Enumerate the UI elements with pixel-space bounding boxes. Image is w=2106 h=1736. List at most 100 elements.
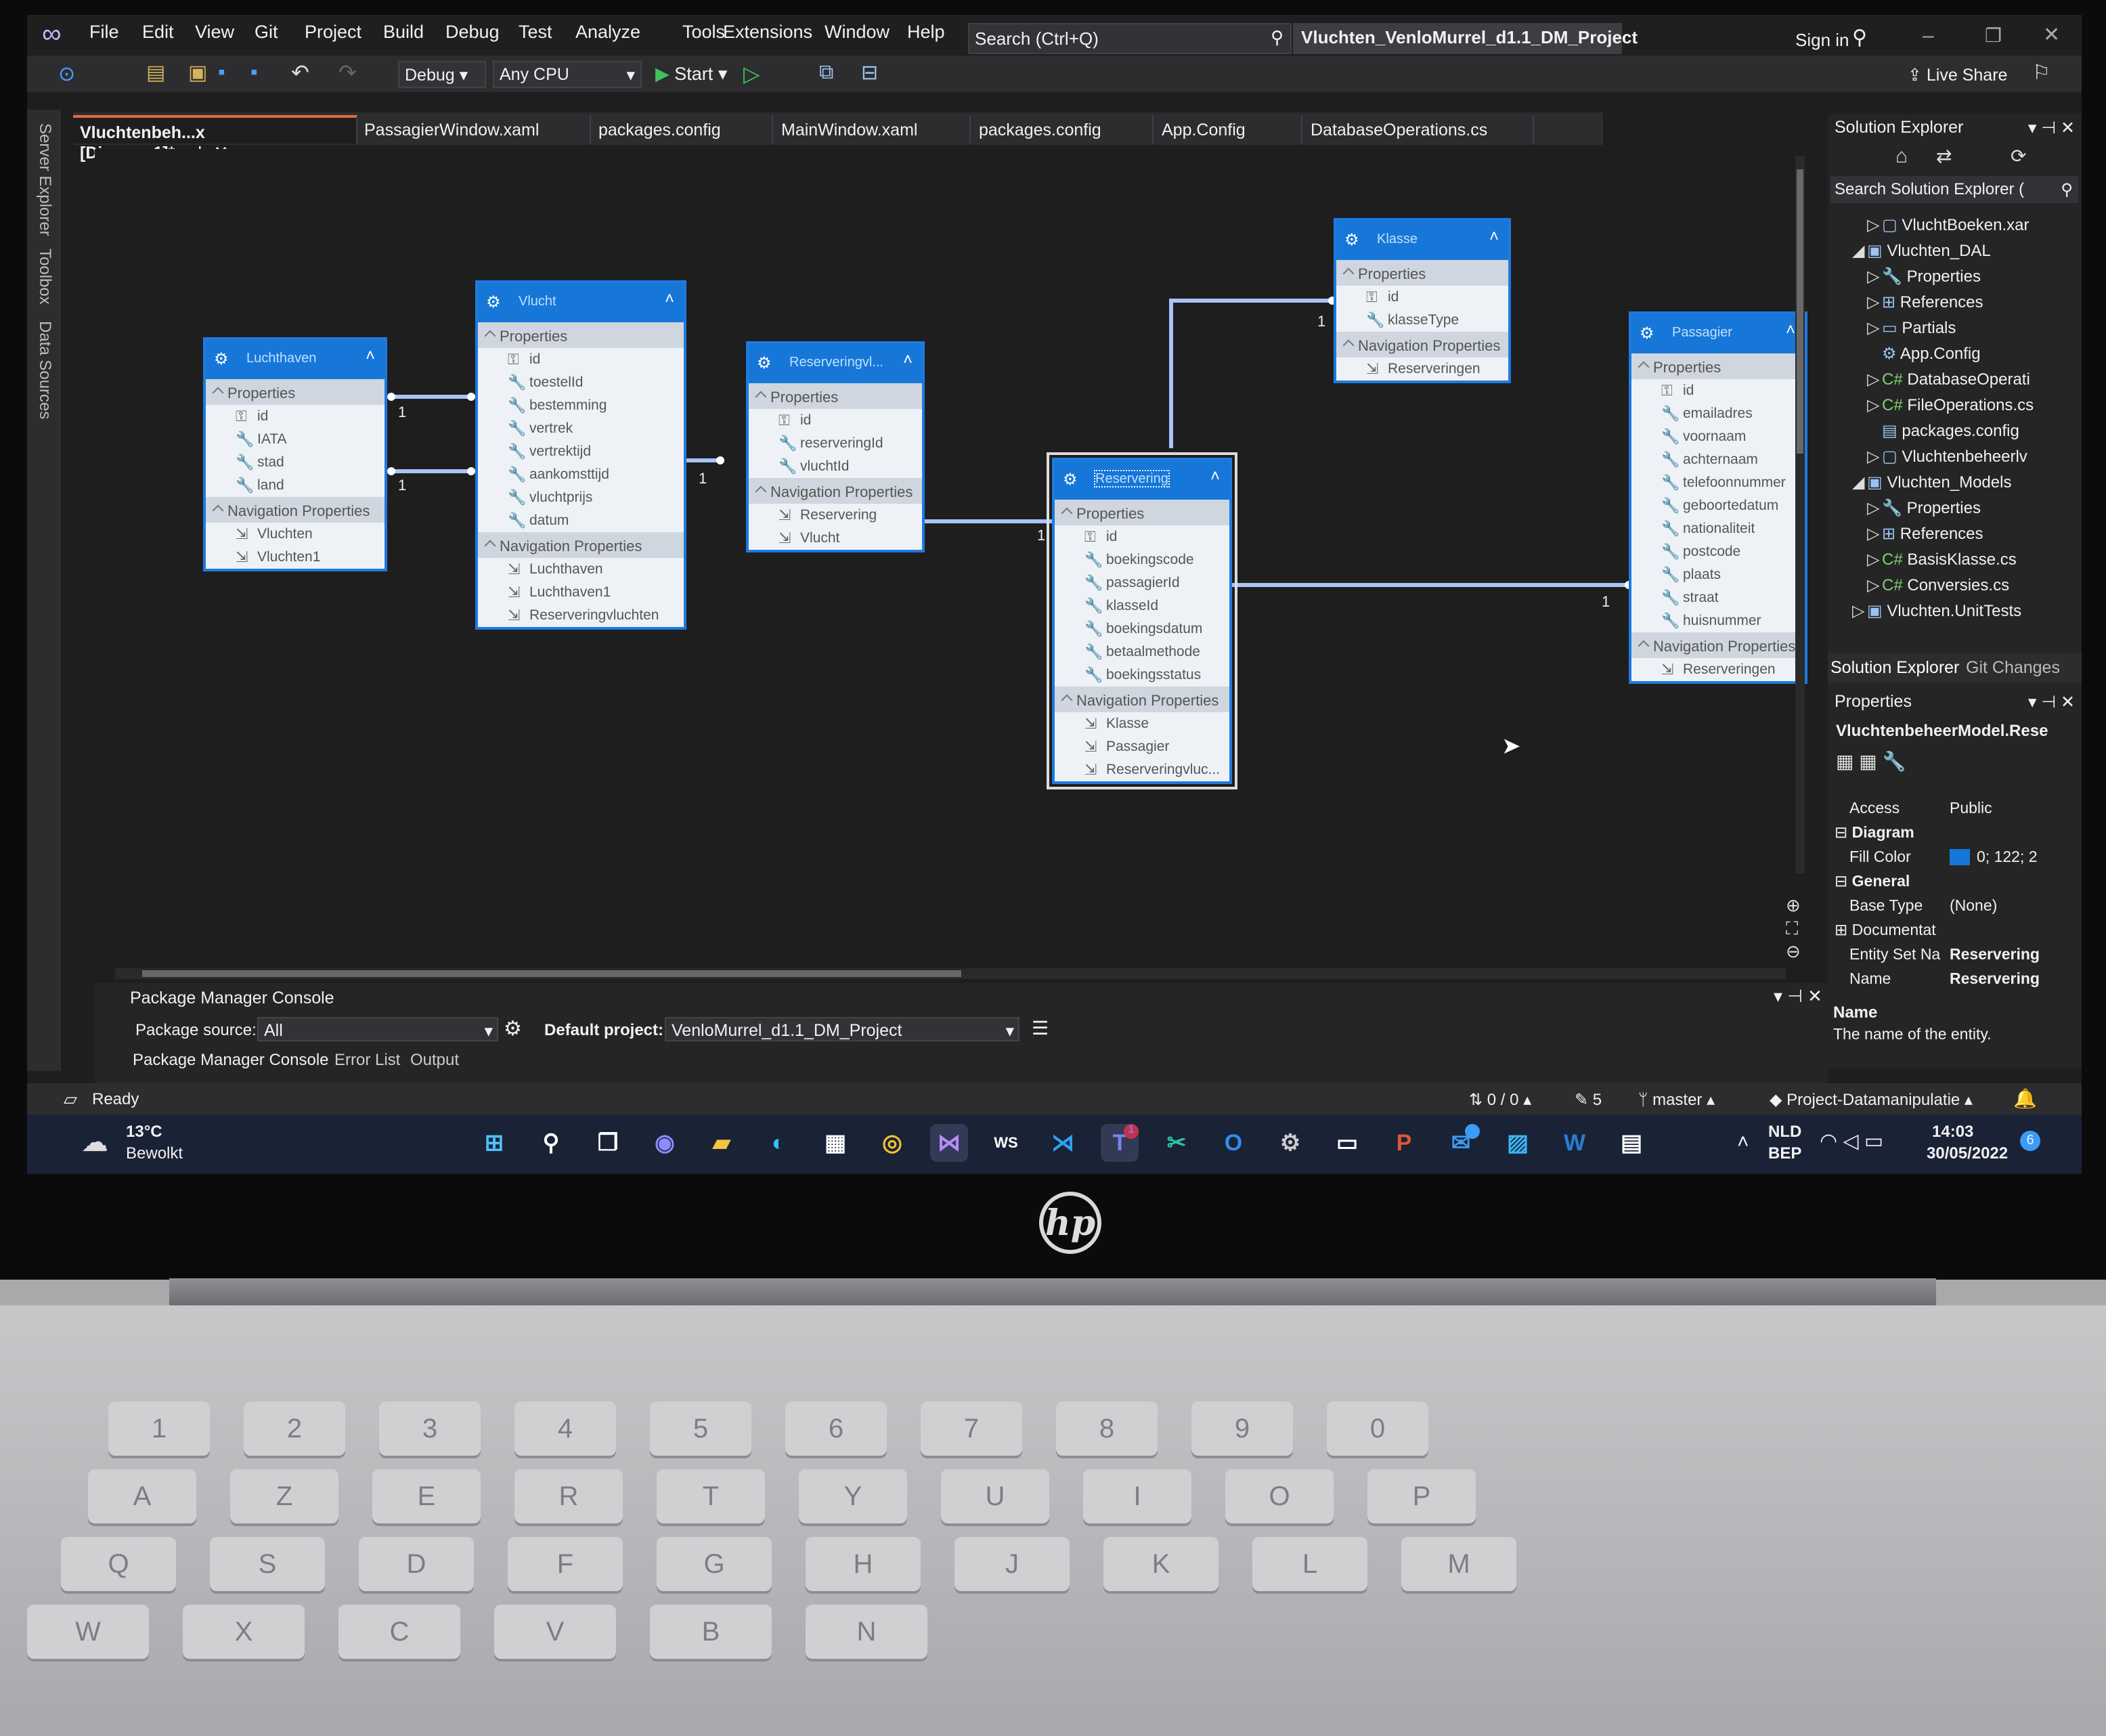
entity-property[interactable]: 🔧 betaalmethode xyxy=(1055,641,1229,664)
entity-property[interactable]: 🔧 geboortedatum xyxy=(1631,494,1805,517)
notifications-icon[interactable]: 🔔 xyxy=(2013,1087,2037,1110)
live-share-button[interactable]: ⇪ Live Share xyxy=(1908,65,2007,85)
notification-count[interactable]: 6 xyxy=(2020,1131,2040,1151)
file-explorer-icon[interactable]: ▰ xyxy=(703,1124,741,1162)
entity-property[interactable]: 🔧 bestemming xyxy=(478,394,684,417)
properties-section[interactable]: Properties xyxy=(749,383,922,409)
entity-property[interactable]: 🔧 vertrek xyxy=(478,417,684,440)
properties-section[interactable]: Properties xyxy=(1336,260,1508,286)
entity-property[interactable]: 🔧 passagierId xyxy=(1055,571,1229,594)
zoom-fit-icon[interactable]: ⛶ xyxy=(1786,918,1798,940)
property-row[interactable]: ⊟ Diagram xyxy=(1835,823,1914,842)
layout-icon[interactable]: ⊟ xyxy=(861,61,878,85)
clock-date[interactable]: 30/05/2022 xyxy=(1927,1144,2008,1163)
menu-project[interactable]: Project xyxy=(305,22,361,43)
entity-property[interactable]: 🔧 boekingscode xyxy=(1055,548,1229,571)
tree-item[interactable]: ▷ C# DatabaseOperati xyxy=(1867,370,2030,389)
tab-mainwindow[interactable]: MainWindow.xaml xyxy=(774,115,971,144)
tree-item[interactable]: ▷ 🔧 Properties xyxy=(1867,267,1981,286)
server-explorer-tab[interactable]: Server Explorer xyxy=(35,123,54,236)
new-project-icon[interactable]: ▤ xyxy=(146,61,165,85)
tab-packages-config[interactable]: packages.config xyxy=(592,115,773,144)
menu-build[interactable]: Build xyxy=(383,22,424,43)
updown-indicator[interactable]: ⇅ 0 / 0 ▴ xyxy=(1469,1090,1531,1110)
tree-item[interactable]: ◢ ▣ Vluchten_Models xyxy=(1852,473,2011,492)
snip-icon[interactable]: ✂ xyxy=(1158,1124,1195,1162)
panel-controls-icon[interactable]: ▾ ⊣ ✕ xyxy=(2028,692,2075,712)
tab-solution-explorer[interactable]: Solution Explorer xyxy=(1830,658,1959,678)
property-row[interactable]: Fill Color 0; 122; 2 xyxy=(1835,848,2038,866)
pending-changes-indicator[interactable]: ✎ 5 xyxy=(1575,1090,1602,1110)
entity-header[interactable]: ⚙ Luchthaven ˄ xyxy=(206,340,385,379)
attach-icon[interactable]: ⧉ xyxy=(819,61,833,84)
configuration-select[interactable]: Debug ▾ xyxy=(398,61,486,88)
entity-property[interactable]: ⚿ id xyxy=(1336,286,1508,309)
teams-icon[interactable]: T1 xyxy=(1101,1124,1139,1162)
navigation-property[interactable]: ⇲ Reserveringen xyxy=(1631,658,1805,681)
expand-icon[interactable]: ▷ xyxy=(1867,550,1882,569)
horizontal-scrollbar[interactable] xyxy=(115,968,1786,979)
entity-klasse[interactable]: ⚙ Klasse ˄ Properties ⚿ id 🔧 klasseType Navig… xyxy=(1334,218,1511,383)
chrome-icon[interactable]: ◎ xyxy=(873,1124,911,1162)
clock-time[interactable]: 14:03 xyxy=(1932,1123,1973,1142)
entity-property[interactable]: 🔧 boekingsdatum xyxy=(1055,617,1229,641)
entity-property[interactable]: 🔧 achternaam xyxy=(1631,448,1805,471)
search-icon[interactable]: ⚲ xyxy=(532,1124,570,1162)
weather-icon[interactable]: ☁ xyxy=(81,1127,108,1158)
expand-icon[interactable]: ▷ xyxy=(1867,267,1882,286)
settings-icon[interactable]: ⚙ xyxy=(504,1017,522,1041)
platform-select[interactable]: Any CPU ▾ xyxy=(493,61,642,88)
menu-git[interactable]: Git xyxy=(255,22,278,43)
navigation-property[interactable]: ⇲ Passagier xyxy=(1055,735,1229,758)
pmc-panel-controls-icon[interactable]: ▾ ⊣ ✕ xyxy=(1774,986,1822,1007)
collapse-icon[interactable]: ˄ xyxy=(1786,321,1795,340)
feedback-icon[interactable]: ⚐ xyxy=(2032,61,2050,85)
open-icon[interactable]: ▣ xyxy=(188,61,207,85)
entity-property[interactable]: ⚿ id xyxy=(206,405,385,428)
navigation-section[interactable]: Navigation Properties xyxy=(206,497,385,523)
entity-property[interactable]: 🔧 IATA xyxy=(206,428,385,451)
network-volume-battery-icon[interactable]: ◠ ◁ ▭ xyxy=(1820,1129,1883,1153)
store-icon[interactable]: ▦ xyxy=(816,1124,854,1162)
close-window-icon[interactable]: ✕ xyxy=(2043,23,2060,47)
data-sources-tab[interactable]: Data Sources xyxy=(35,321,54,419)
entity-property[interactable]: 🔧 huisnummer xyxy=(1631,609,1805,632)
settings-icon[interactable]: ⚙ xyxy=(1271,1124,1309,1162)
categorized-icon[interactable]: ▦ ▦ 🔧 xyxy=(1836,750,1906,773)
entity-property[interactable]: 🔧 straat xyxy=(1631,586,1805,609)
home-icon[interactable]: ⌂ xyxy=(1895,145,1908,168)
entity-vlucht[interactable]: ⚙ Vlucht ˄ Properties ⚿ id 🔧 toestelId 🔧 bestem… xyxy=(475,280,686,630)
entity-designer-canvas[interactable]: 1 1 1 1 1 1 ⚙ Luchthaven ˄ Properties ⚿ id 🔧… xyxy=(95,149,1807,979)
entity-header[interactable]: ⚙ Klasse ˄ xyxy=(1336,221,1508,260)
vscode-icon[interactable]: ⋊ xyxy=(1044,1124,1082,1162)
menu-analyze[interactable]: Analyze xyxy=(575,22,640,43)
expand-icon[interactable]: ▷ xyxy=(1867,292,1882,312)
input-language[interactable]: NLD xyxy=(1768,1123,1801,1142)
solution-search-input[interactable]: Search Solution Explorer (⚲ xyxy=(1830,176,2078,203)
entity-property[interactable]: 🔧 klasseId xyxy=(1055,594,1229,617)
menu-extensions[interactable]: Extensions xyxy=(723,22,812,43)
properties-section[interactable]: Properties xyxy=(1631,353,1805,379)
expand-icon[interactable]: ⊞ xyxy=(1835,921,1852,938)
tree-item[interactable]: ▷ C# Conversies.cs xyxy=(1867,576,2009,595)
tab-passagierwindow[interactable]: PassagierWindow.xaml xyxy=(357,115,591,144)
tree-item[interactable]: ⚙ App.Config xyxy=(1867,344,1981,364)
repository-indicator[interactable]: ◆ Project-Datamanipulatie ▴ xyxy=(1770,1090,1973,1110)
entity-property[interactable]: 🔧 vluchtId xyxy=(749,455,922,478)
navigation-section[interactable]: Navigation Properties xyxy=(1055,687,1229,712)
entity-property[interactable]: 🔧 stad xyxy=(206,451,385,474)
save-all-icon[interactable]: ▪ xyxy=(250,61,258,84)
navigation-property[interactable]: ⇲ Reserveringvluchten xyxy=(478,604,684,627)
zoom-out-icon[interactable]: ⊖ xyxy=(1786,941,1801,962)
menu-test[interactable]: Test xyxy=(519,22,552,43)
back-icon[interactable]: ⊙ xyxy=(58,62,75,86)
tree-item[interactable]: ▷ ▢ Vluchtenbeheerlv xyxy=(1867,447,2027,466)
tab-packages-config-2[interactable]: packages.config xyxy=(972,115,1154,144)
keyboard-layout[interactable]: BEP xyxy=(1768,1144,1801,1163)
property-row[interactable]: Access Public xyxy=(1835,799,1992,817)
entity-header[interactable]: ⚙ Passagier ˄ xyxy=(1631,314,1805,353)
minimize-icon[interactable]: – xyxy=(1923,24,1934,47)
expand-icon[interactable]: ▷ xyxy=(1867,215,1882,235)
powerpoint-icon[interactable]: P xyxy=(1385,1124,1423,1162)
expand-icon[interactable]: ▷ xyxy=(1867,370,1882,389)
